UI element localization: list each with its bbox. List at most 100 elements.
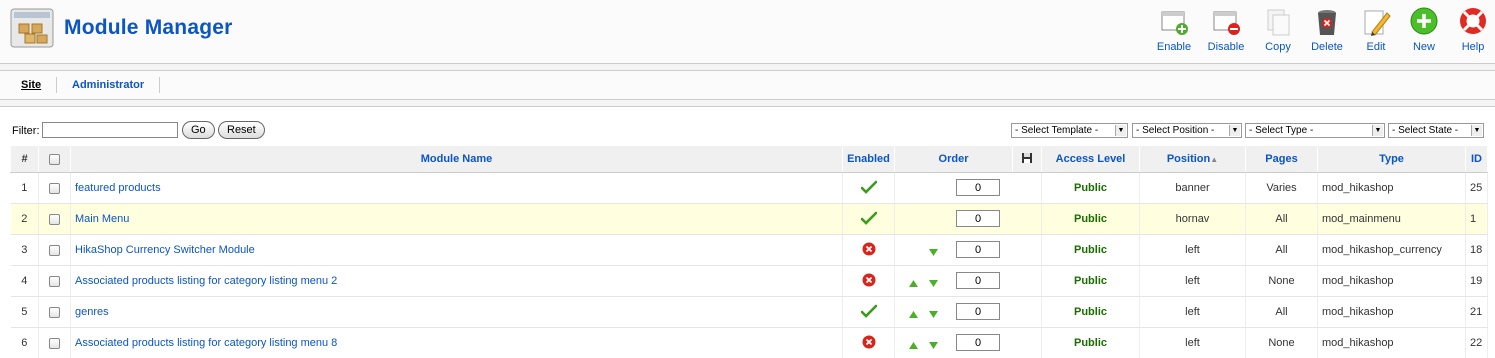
row-checkbox[interactable] (49, 275, 60, 287)
row-save-order-cell (1012, 172, 1042, 204)
row-save-order-cell (1012, 203, 1042, 235)
row-save-order-cell (1012, 327, 1042, 358)
table-row[interactable]: 1 featured products Public bannerVariesmod_… (10, 172, 1488, 204)
col-header-id[interactable]: ID (1465, 145, 1488, 173)
disabled-x-icon[interactable] (862, 273, 876, 290)
row-select-cell (38, 203, 71, 235)
select-state[interactable]: - Select State - ▼ (1388, 123, 1484, 138)
col-header-type[interactable]: Type (1317, 145, 1466, 173)
edit-button[interactable]: Edit (1350, 6, 1402, 56)
enabled-check-icon[interactable] (860, 304, 877, 321)
module-name-link[interactable]: Associated products listing for category… (75, 337, 337, 349)
access-level-link[interactable]: Public (1074, 275, 1107, 287)
row-order-cell (894, 203, 1013, 235)
module-manager-icon (10, 8, 54, 48)
order-controls (895, 235, 1013, 265)
row-checkbox[interactable] (49, 182, 60, 194)
save-order-icon[interactable] (1021, 152, 1033, 167)
row-id: 21 (1465, 296, 1488, 328)
row-enabled-cell (842, 234, 895, 266)
col-header-access[interactable]: Access Level (1041, 145, 1140, 173)
col-header-name[interactable]: Module Name (70, 145, 843, 173)
edit-label: Edit (1366, 41, 1386, 53)
order-controls (895, 173, 1013, 203)
new-button[interactable]: New (1398, 6, 1450, 56)
table-row[interactable]: 5 genres Public leftAllmod_hikashop21 (10, 296, 1488, 328)
select-template[interactable]: - Select Template - ▼ (1011, 123, 1128, 138)
disabled-x-icon[interactable] (862, 242, 876, 259)
module-name-link[interactable]: Associated products listing for category… (75, 275, 337, 287)
select-position[interactable]: - Select Position - ▼ (1132, 123, 1242, 138)
col-header-position[interactable]: Position▲ (1139, 145, 1246, 173)
row-checkbox[interactable] (49, 306, 60, 318)
reset-button[interactable]: Reset (218, 121, 265, 139)
row-pages: None (1245, 265, 1318, 297)
table-row[interactable]: 2 Main Menu Public hornavAllmod_mainmenu1 (10, 203, 1488, 235)
move-down-icon[interactable] (929, 247, 938, 259)
help-button[interactable]: Help (1447, 6, 1495, 56)
access-level-link[interactable]: Public (1074, 182, 1107, 194)
row-checkbox[interactable] (49, 213, 60, 225)
sort-asc-icon: ▲ (1210, 155, 1219, 164)
new-icon (1408, 6, 1440, 38)
table-row[interactable]: 4 Associated products listing for categor… (10, 265, 1488, 297)
enable-button[interactable]: Enable (1148, 6, 1200, 56)
disable-label: Disable (1207, 41, 1245, 53)
help-icon (1457, 6, 1489, 38)
row-name-cell: Associated products listing for category… (70, 265, 843, 297)
table-row[interactable]: 6 Associated products listing for categor… (10, 327, 1488, 358)
row-select-cell (38, 172, 71, 204)
chevron-down-icon: ▼ (1471, 125, 1482, 136)
go-button[interactable]: Go (182, 121, 215, 139)
delete-button[interactable]: Delete (1301, 6, 1353, 56)
row-select-cell (38, 296, 71, 328)
submenu: Site Administrator (0, 70, 1495, 100)
order-controls (895, 297, 1013, 327)
row-type: mod_hikashop (1317, 265, 1466, 297)
col-header-pages[interactable]: Pages (1245, 145, 1318, 173)
edit-icon (1360, 6, 1392, 38)
submenu-item-administrator[interactable]: Administrator (72, 79, 144, 91)
order-input[interactable] (956, 303, 1000, 320)
row-pages: All (1245, 296, 1318, 328)
order-input[interactable] (956, 210, 1000, 227)
access-level-link[interactable]: Public (1074, 306, 1107, 318)
order-input[interactable] (956, 179, 1000, 196)
move-down-icon[interactable] (929, 309, 938, 321)
enabled-check-icon[interactable] (860, 211, 877, 228)
copy-button[interactable]: Copy (1252, 6, 1304, 56)
access-level-link[interactable]: Public (1074, 244, 1107, 256)
col-header-num: # (10, 145, 39, 173)
row-number: 4 (10, 265, 39, 297)
module-name-link[interactable]: featured products (75, 182, 161, 194)
row-name-cell: featured products (70, 172, 843, 204)
move-up-icon[interactable] (909, 340, 918, 352)
select-type[interactable]: - Select Type - ▼ (1245, 123, 1385, 138)
disable-button[interactable]: Disable (1200, 6, 1252, 56)
table-row[interactable]: 3 HikaShop Currency Switcher Module Public… (10, 234, 1488, 266)
move-up-icon[interactable] (909, 278, 918, 290)
row-position: left (1139, 327, 1246, 358)
access-level-link[interactable]: Public (1074, 337, 1107, 349)
move-up-icon[interactable] (909, 309, 918, 321)
row-checkbox[interactable] (49, 244, 60, 256)
module-name-link[interactable]: HikaShop Currency Switcher Module (75, 244, 255, 256)
order-input[interactable] (956, 334, 1000, 351)
disabled-x-icon[interactable] (862, 335, 876, 352)
enabled-check-icon[interactable] (860, 180, 877, 197)
module-name-link[interactable]: genres (75, 306, 109, 318)
row-checkbox[interactable] (49, 337, 60, 349)
filter-input[interactable] (42, 122, 178, 138)
select-all-checkbox[interactable] (49, 153, 60, 165)
module-name-link[interactable]: Main Menu (75, 213, 129, 225)
col-header-enabled[interactable]: Enabled (842, 145, 895, 173)
row-type: mod_hikashop_currency (1317, 234, 1466, 266)
disable-icon (1210, 6, 1242, 38)
col-header-order[interactable]: Order (894, 145, 1013, 173)
order-input[interactable] (956, 241, 1000, 258)
access-level-link[interactable]: Public (1074, 213, 1107, 225)
order-input[interactable] (956, 272, 1000, 289)
move-down-icon[interactable] (929, 278, 938, 290)
submenu-item-site[interactable]: Site (21, 79, 41, 91)
move-down-icon[interactable] (929, 340, 938, 352)
